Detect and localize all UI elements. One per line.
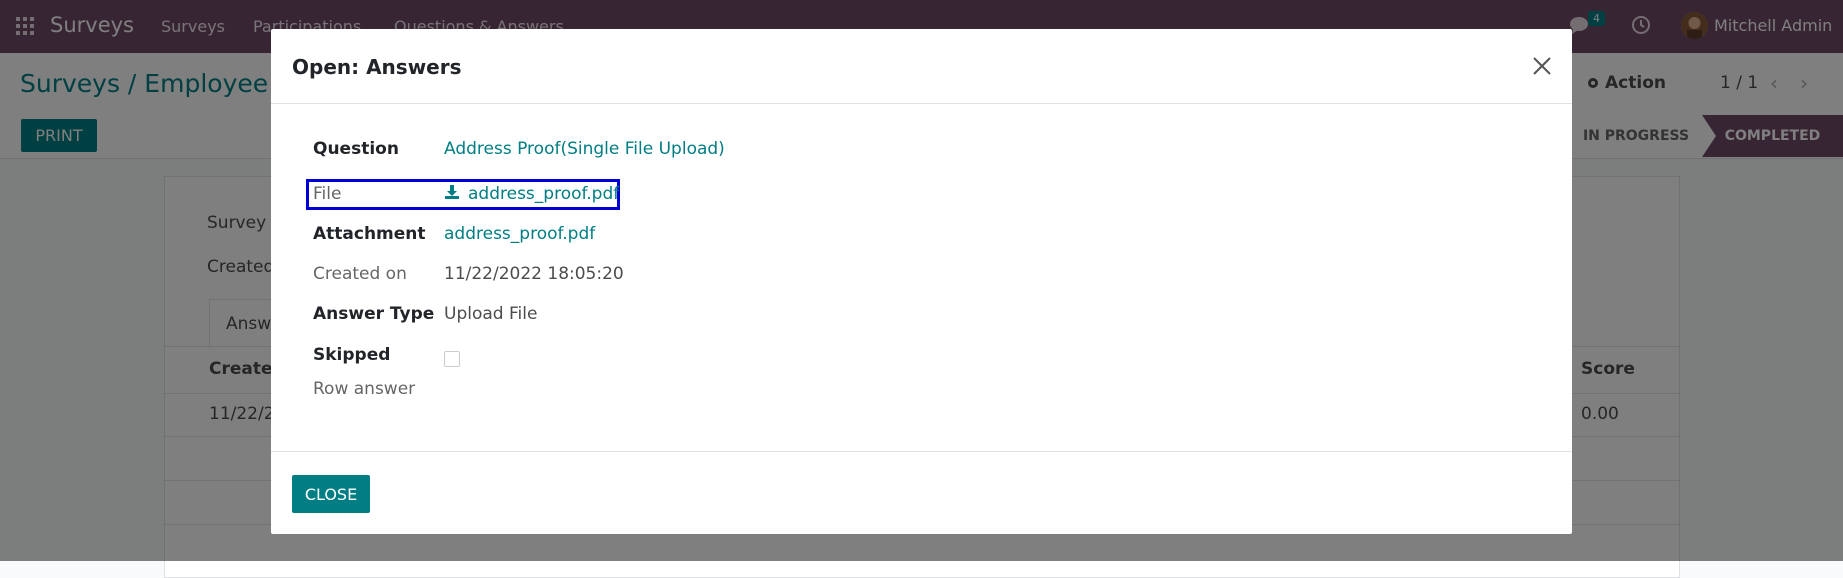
- modal-title: Open: Answers: [292, 55, 462, 79]
- skipped-checkbox[interactable]: [444, 351, 460, 367]
- close-button[interactable]: CLOSE: [292, 475, 370, 513]
- close-icon[interactable]: [1530, 54, 1554, 78]
- attachment-label: Attachment: [313, 224, 426, 244]
- modal-header: Open: Answers: [271, 29, 1572, 104]
- download-icon[interactable]: [444, 184, 460, 200]
- file-label: File: [313, 184, 342, 204]
- modal-footer: CLOSE: [271, 451, 1572, 535]
- question-link[interactable]: Address Proof(Single File Upload): [444, 139, 725, 159]
- created-on-value: 11/22/2022 18:05:20: [444, 264, 624, 284]
- question-label: Question: [313, 139, 399, 159]
- skipped-label: Skipped: [313, 345, 391, 365]
- answers-dialog: Open: Answers Question Address Proof(Sin…: [271, 29, 1572, 534]
- created-on-label: Created on: [313, 264, 407, 284]
- answer-type-value: Upload File: [444, 304, 538, 324]
- file-download-link[interactable]: address_proof.pdf: [468, 184, 619, 204]
- attachment-link[interactable]: address_proof.pdf: [444, 224, 595, 244]
- answer-type-label: Answer Type: [313, 304, 435, 324]
- row-answer-label: Row answer: [313, 379, 416, 399]
